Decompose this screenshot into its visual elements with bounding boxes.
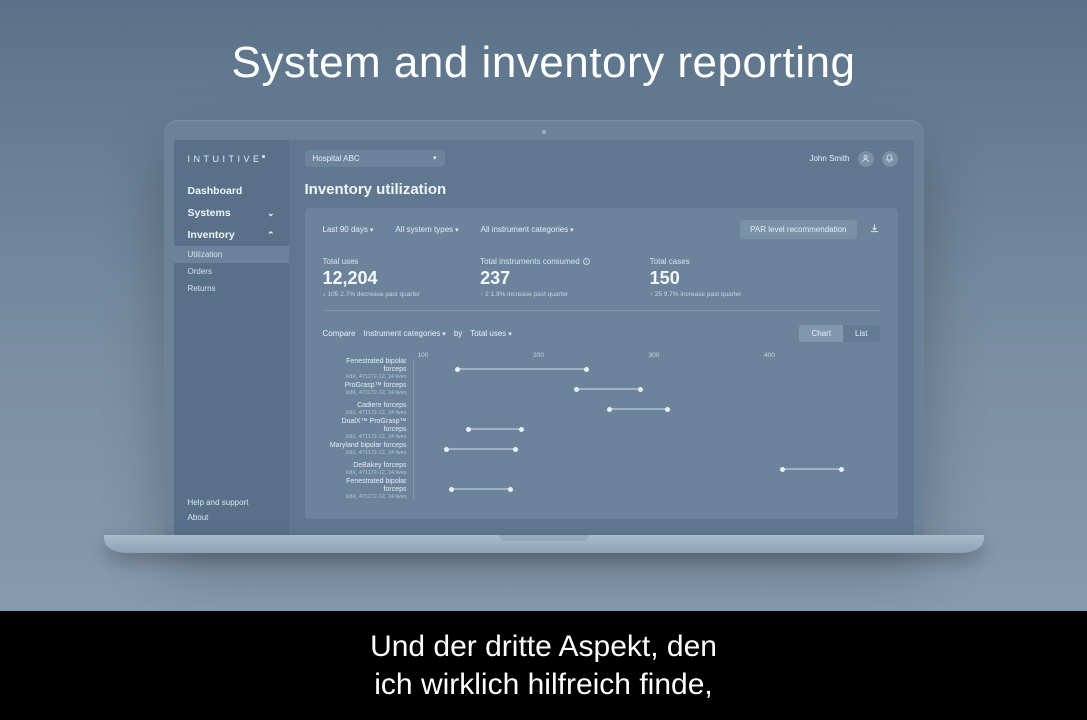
axis-tick: 200 <box>533 352 649 359</box>
sidebar-item-systems[interactable]: Systems ⌄ <box>174 202 289 224</box>
view-toggle: Chart List <box>799 325 879 342</box>
stat-total-cases: Total cases 150 ↑ 25 9.7% increase past … <box>650 257 742 298</box>
toggle-chart-button[interactable]: Chart <box>799 325 843 342</box>
sidebar-sub-returns[interactable]: Returns <box>174 280 289 297</box>
chart-row-label: Cadiere forcepsXdX, 471172-12, 14 lives <box>323 402 413 416</box>
laptop-frame: INTUITIVE Dashboard Systems ⌄ Inventory … <box>164 120 924 553</box>
dumbbell-bar <box>782 469 842 470</box>
chart-row: DualX™ ProGrasp™ forcepsXdX, 471172-12, … <box>323 419 880 439</box>
subtitle-caption: Und der dritte Aspekt, denich wirklich h… <box>0 611 1087 720</box>
sidebar-item-inventory[interactable]: Inventory ⌃ <box>174 224 289 246</box>
chart-row-label: ProGrasp™ forcepsXdX, 471172-12, 14 live… <box>323 382 413 396</box>
chevron-up-icon: ⌃ <box>267 230 275 241</box>
compare-dimension-select[interactable]: Instrument categories <box>363 329 445 338</box>
chevron-down-icon: ⌄ <box>267 208 275 219</box>
page-title: Inventory utilization <box>289 177 914 208</box>
dumbbell-bar <box>446 449 516 450</box>
brand-logo: INTUITIVE <box>174 154 289 180</box>
dumbbell-bar <box>576 389 641 390</box>
toggle-list-button[interactable]: List <box>843 325 879 342</box>
chart-row: Cadiere forcepsXdX, 471172-12, 14 lives <box>323 399 880 419</box>
stat-total-instruments: Total instruments consumedi 237 ↑ 2 1.9%… <box>480 257 590 298</box>
par-recommendation-button[interactable]: PAR level recommendation <box>740 220 856 239</box>
dumbbell-bar <box>609 409 669 410</box>
sidebar-sub-orders[interactable]: Orders <box>174 263 289 280</box>
laptop-base <box>104 535 984 553</box>
chart-row: Fenestrated bipolar forcepsXdX, 471172-1… <box>323 359 880 379</box>
chart-row-track <box>413 479 880 499</box>
sidebar-help-link[interactable]: Help and support <box>188 495 275 510</box>
chart-row-track <box>413 419 880 439</box>
stats-row: Total uses 12,204 ↓ 105 2.7% decrease pa… <box>323 239 880 311</box>
chart-row-track <box>413 359 880 379</box>
chart-row-label: DualX™ ProGrasp™ forcepsXdX, 471172-12, … <box>323 418 413 439</box>
chart-row: ProGrasp™ forcepsXdX, 471172-12, 14 live… <box>323 379 880 399</box>
user-icon[interactable] <box>858 151 874 167</box>
chart: 100200300400 Fenestrated bipolar forceps… <box>323 352 880 499</box>
filter-system[interactable]: All system types <box>395 225 458 234</box>
axis-tick: 400 <box>764 352 880 359</box>
dumbbell-bar <box>468 429 522 430</box>
dumbbell-bar <box>457 369 587 370</box>
sidebar-item-dashboard[interactable]: Dashboard <box>174 180 289 202</box>
hospital-select[interactable]: Hospital ABC <box>305 150 445 167</box>
username-label: John Smith <box>809 154 849 163</box>
download-icon[interactable] <box>869 223 880 237</box>
chart-row-track <box>413 379 880 399</box>
compare-metric-select[interactable]: Total uses <box>470 329 512 338</box>
main-panel: Hospital ABC John Smith Inventory utiliz… <box>289 140 914 535</box>
sidebar-sub-utilization[interactable]: Utilization <box>174 246 289 263</box>
sidebar: INTUITIVE Dashboard Systems ⌄ Inventory … <box>174 140 289 535</box>
chart-row-track <box>413 399 880 419</box>
chart-row-label: Fenestrated bipolar forcepsXdX, 471172-1… <box>323 478 413 499</box>
chart-row-track <box>413 439 880 459</box>
sidebar-about-link[interactable]: About <box>188 510 275 525</box>
content-card: Last 90 days All system types All instru… <box>305 208 898 519</box>
compare-label: Compare <box>323 329 356 338</box>
topbar: Hospital ABC John Smith <box>289 140 914 177</box>
axis-tick: 300 <box>649 352 765 359</box>
axis-tick: 100 <box>418 352 534 359</box>
chart-row: DeBakey forcepsXdX, 471172-12, 14 lives <box>323 459 880 479</box>
chart-row-track <box>413 459 880 479</box>
stat-total-uses: Total uses 12,204 ↓ 105 2.7% decrease pa… <box>323 257 421 298</box>
chart-row-label: DeBakey forcepsXdX, 471172-12, 14 lives <box>323 462 413 476</box>
filter-date[interactable]: Last 90 days <box>323 225 374 234</box>
filter-category[interactable]: All instrument categories <box>481 225 574 234</box>
bell-icon[interactable] <box>882 151 898 167</box>
info-icon[interactable]: i <box>583 258 590 265</box>
inventory-submenu: Utilization Orders Returns <box>174 246 289 297</box>
chart-row-label: Fenestrated bipolar forcepsXdX, 471172-1… <box>323 358 413 379</box>
camera-dot <box>542 130 546 134</box>
page-headline: System and inventory reporting <box>0 0 1087 88</box>
chart-row: Fenestrated bipolar forcepsXdX, 471172-1… <box>323 479 880 499</box>
dumbbell-bar <box>451 489 511 490</box>
compare-by-label: by <box>454 329 462 338</box>
chart-row-label: Maryland bipolar forcepsXdX, 471172-12, … <box>323 442 413 456</box>
chart-row: Maryland bipolar forcepsXdX, 471172-12, … <box>323 439 880 459</box>
